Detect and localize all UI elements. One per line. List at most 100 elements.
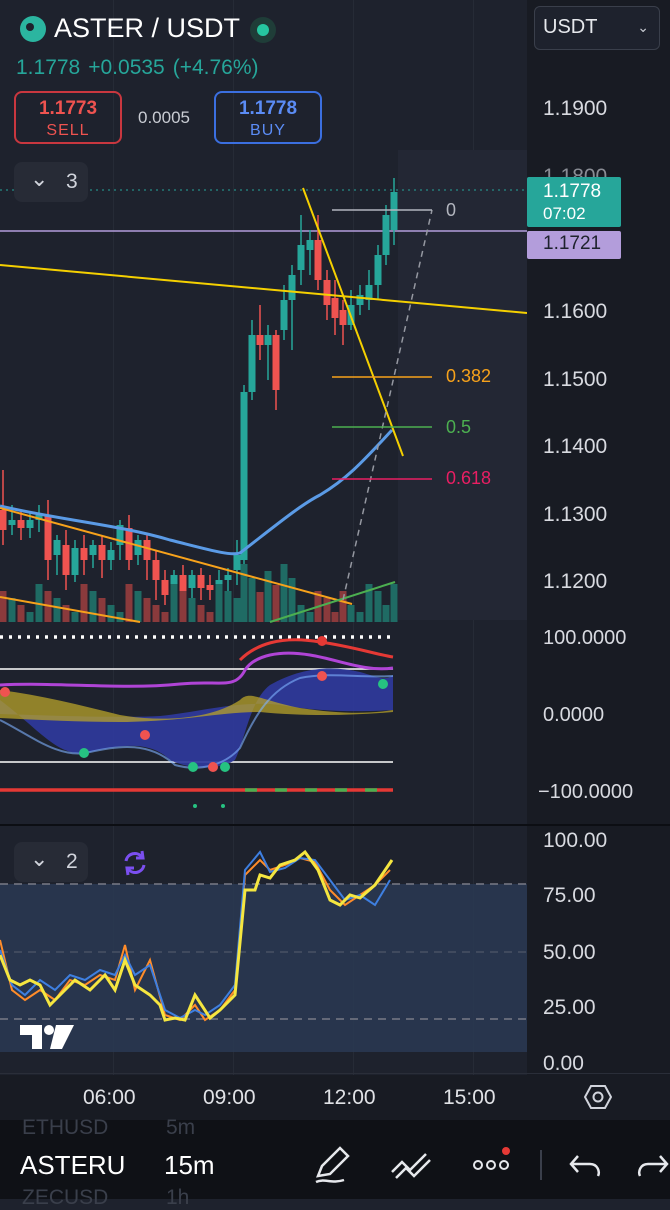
pane-separator bbox=[0, 1073, 670, 1074]
candle-body bbox=[206, 585, 214, 590]
redo-icon[interactable] bbox=[634, 1142, 670, 1188]
interval-selector[interactable]: 15m bbox=[164, 1150, 215, 1181]
market-status-icon[interactable] bbox=[250, 17, 276, 43]
buy-button[interactable]: 1.1778 BUY bbox=[214, 91, 322, 144]
fib-label-0382: 0.382 bbox=[446, 366, 492, 386]
volume-bar bbox=[233, 598, 241, 622]
more-icon[interactable] bbox=[468, 1142, 514, 1188]
indicator-count: 3 bbox=[66, 170, 78, 193]
price-label: 1.1500 bbox=[543, 368, 608, 391]
candle-body bbox=[71, 548, 79, 575]
sell-button[interactable]: 1.1773 SELL bbox=[14, 91, 122, 144]
volume-bar bbox=[248, 578, 256, 622]
volume-bar bbox=[143, 598, 151, 622]
fib-label-0: 0 bbox=[446, 200, 457, 220]
indicators-icon[interactable] bbox=[388, 1142, 434, 1188]
volume-bar bbox=[125, 584, 133, 622]
volume-bar bbox=[323, 598, 331, 622]
volume-bar bbox=[152, 605, 160, 622]
price-label: 1.1900 bbox=[543, 97, 608, 120]
candle-body bbox=[256, 335, 264, 345]
candle-body bbox=[297, 245, 305, 270]
volume-bar bbox=[53, 598, 61, 622]
volume-bar bbox=[215, 584, 223, 622]
osc-label: 100.0000 bbox=[543, 627, 627, 649]
quote-currency-select[interactable]: USDT ⌄ bbox=[534, 6, 660, 50]
price-change: 1.1778 +0.0535 (+4.76%) bbox=[16, 56, 267, 80]
volume-bar bbox=[71, 612, 79, 622]
candle-body bbox=[314, 240, 322, 280]
volume-bar bbox=[26, 612, 34, 622]
volume-bar bbox=[179, 591, 187, 622]
volume-bar bbox=[89, 591, 97, 622]
candle-body bbox=[390, 192, 398, 230]
price-label: 1.1200 bbox=[543, 570, 608, 593]
stoch-label: 100.00 bbox=[543, 829, 608, 852]
candle-body bbox=[382, 215, 390, 255]
sync-icon[interactable] bbox=[120, 848, 150, 878]
candle-body bbox=[26, 520, 34, 528]
time-label: 06:00 bbox=[83, 1086, 136, 1109]
stoch-label: 75.00 bbox=[543, 884, 596, 907]
volume-bar bbox=[134, 591, 142, 622]
candle-body bbox=[240, 392, 248, 560]
change-abs: +0.0535 bbox=[88, 56, 165, 79]
candle-body bbox=[62, 545, 70, 575]
candle-body bbox=[224, 575, 232, 580]
main-indicators-toggle[interactable]: ⌄ 3 bbox=[14, 162, 88, 202]
volume-bar bbox=[240, 564, 248, 622]
pane-separator[interactable] bbox=[0, 824, 670, 826]
undo-icon[interactable] bbox=[564, 1142, 610, 1188]
symbol-title[interactable]: ASTER / USDT bbox=[54, 13, 240, 44]
candle-body bbox=[331, 298, 339, 318]
candle-body bbox=[8, 520, 16, 525]
chevron-down-icon: ⌄ bbox=[30, 846, 49, 871]
aster-logo bbox=[20, 16, 46, 42]
candle-body bbox=[374, 255, 382, 285]
stoch-label: 50.00 bbox=[543, 941, 596, 964]
current-price-badge: 1.1778 07:02 bbox=[527, 177, 621, 227]
toolbar-divider bbox=[540, 1150, 542, 1180]
lower-indicators-toggle[interactable]: ⌄ 2 bbox=[14, 842, 88, 882]
line-price-badge: 1.1721 bbox=[527, 231, 621, 259]
volume-bar bbox=[374, 591, 382, 622]
indicator-count: 2 bbox=[66, 850, 78, 873]
candle-body bbox=[288, 275, 296, 300]
candle-body bbox=[197, 575, 205, 588]
drawing-pen-icon[interactable] bbox=[310, 1142, 356, 1188]
volume-bar bbox=[188, 598, 196, 622]
candle-body bbox=[107, 550, 115, 560]
candle-body bbox=[356, 295, 364, 305]
candle-body bbox=[306, 240, 314, 250]
osc-label: −100.0000 bbox=[538, 781, 634, 803]
current-price-value: 1.1778 bbox=[543, 181, 602, 202]
watchlist-ghost-symbol: ZECUSD bbox=[22, 1186, 109, 1209]
candle-body bbox=[272, 335, 280, 390]
candle-body bbox=[339, 310, 347, 325]
price-label: 1.1300 bbox=[543, 503, 608, 526]
volume-bar bbox=[256, 592, 264, 622]
time-label: 12:00 bbox=[323, 1086, 376, 1109]
candle-body bbox=[264, 335, 272, 345]
last-price: 1.1778 bbox=[16, 56, 81, 79]
fib-label-0618: 0.618 bbox=[446, 468, 492, 488]
volume-bar bbox=[272, 585, 280, 622]
spread-value: 0.0005 bbox=[138, 108, 190, 127]
chevron-down-icon: ⌄ bbox=[637, 19, 649, 35]
volume-bar bbox=[347, 605, 355, 622]
price-label: 1.1400 bbox=[543, 435, 608, 458]
watchlist-ghost-interval: 1h bbox=[166, 1186, 190, 1209]
buy-price: 1.1778 bbox=[238, 98, 298, 119]
candle-body bbox=[53, 540, 61, 555]
buy-label: BUY bbox=[250, 122, 286, 139]
settings-icon[interactable] bbox=[584, 1083, 612, 1111]
tradingview-logo bbox=[20, 1025, 74, 1049]
volume-bar bbox=[206, 612, 214, 622]
candle-body bbox=[134, 540, 142, 555]
volume-bar bbox=[339, 591, 347, 622]
candle-body bbox=[0, 510, 7, 530]
sell-label: SELL bbox=[46, 122, 90, 139]
volume-bar bbox=[0, 591, 7, 622]
volume-bar bbox=[161, 612, 169, 622]
symbol-selector[interactable]: ASTERU bbox=[20, 1150, 125, 1181]
